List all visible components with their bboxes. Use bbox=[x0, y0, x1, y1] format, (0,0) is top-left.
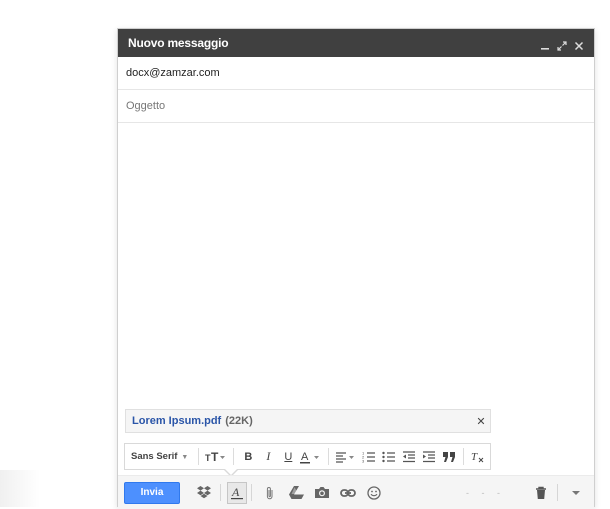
formatting-toolbar: Sans Serif ▼ TT B I U A 123 T bbox=[124, 443, 491, 470]
delete-draft-icon[interactable] bbox=[529, 481, 553, 505]
align-icon[interactable] bbox=[333, 447, 359, 467]
bulleted-list-icon[interactable] bbox=[379, 447, 399, 467]
numbered-list-icon[interactable]: 123 bbox=[359, 447, 379, 467]
emoji-icon[interactable] bbox=[362, 481, 386, 505]
divider bbox=[220, 484, 221, 501]
insert-photo-icon[interactable] bbox=[310, 481, 334, 505]
subject-field[interactable]: Oggetto bbox=[118, 90, 594, 123]
dropbox-icon[interactable] bbox=[192, 481, 216, 505]
attachment-chip: Lorem Ipsum.pdf (22K) ✕ bbox=[125, 409, 491, 433]
quote-icon[interactable] bbox=[439, 447, 459, 467]
send-button[interactable]: Invia bbox=[124, 481, 180, 504]
indent-more-icon[interactable] bbox=[419, 447, 439, 467]
svg-text:3: 3 bbox=[362, 458, 365, 463]
bold-icon[interactable]: B bbox=[238, 447, 258, 467]
italic-icon[interactable]: I bbox=[258, 447, 278, 467]
svg-text:A: A bbox=[231, 486, 240, 499]
compose-bottom-bar: Invia A - - - bbox=[118, 475, 594, 509]
compose-window: Nuovo messaggio docx@zamzar.com Oggetto … bbox=[117, 28, 595, 509]
attachment-name-link[interactable]: Lorem Ipsum.pdf bbox=[126, 415, 221, 427]
remove-attachment-icon[interactable]: ✕ bbox=[472, 415, 490, 428]
close-icon[interactable] bbox=[574, 38, 584, 51]
indent-less-icon[interactable] bbox=[399, 447, 419, 467]
google-drive-icon[interactable] bbox=[284, 481, 308, 505]
page-background-shadow bbox=[0, 470, 40, 507]
formatting-options-icon[interactable]: A bbox=[227, 481, 247, 504]
more-options-icon[interactable] bbox=[564, 481, 588, 505]
saving-indicator: - - - bbox=[466, 487, 505, 498]
attachment-size: (22K) bbox=[225, 415, 253, 427]
chevron-down-icon: ▼ bbox=[179, 454, 189, 461]
compose-title-bar[interactable]: Nuovo messaggio bbox=[118, 29, 594, 57]
compose-title: Nuovo messaggio bbox=[128, 36, 229, 50]
svg-text:T: T bbox=[211, 451, 219, 463]
font-family-select[interactable]: Sans Serif ▼ bbox=[125, 451, 194, 462]
text-color-icon[interactable]: A bbox=[298, 447, 324, 467]
window-controls bbox=[540, 38, 594, 51]
divider bbox=[463, 448, 465, 465]
font-size-icon[interactable]: TT bbox=[203, 447, 229, 467]
attach-file-icon[interactable] bbox=[258, 481, 282, 505]
divider bbox=[251, 484, 252, 501]
divider bbox=[557, 484, 558, 501]
divider bbox=[198, 448, 200, 465]
font-family-label: Sans Serif bbox=[131, 451, 178, 462]
insert-link-icon[interactable] bbox=[336, 481, 360, 505]
expand-icon[interactable] bbox=[557, 38, 567, 51]
recipient-field[interactable]: docx@zamzar.com bbox=[118, 57, 594, 90]
divider bbox=[328, 448, 330, 465]
svg-text:T: T bbox=[471, 451, 478, 463]
svg-text:A: A bbox=[301, 451, 309, 463]
minimize-icon[interactable] bbox=[540, 38, 550, 50]
remove-formatting-icon[interactable]: T bbox=[468, 447, 488, 467]
divider bbox=[233, 448, 235, 465]
underline-icon[interactable]: U bbox=[278, 447, 298, 467]
